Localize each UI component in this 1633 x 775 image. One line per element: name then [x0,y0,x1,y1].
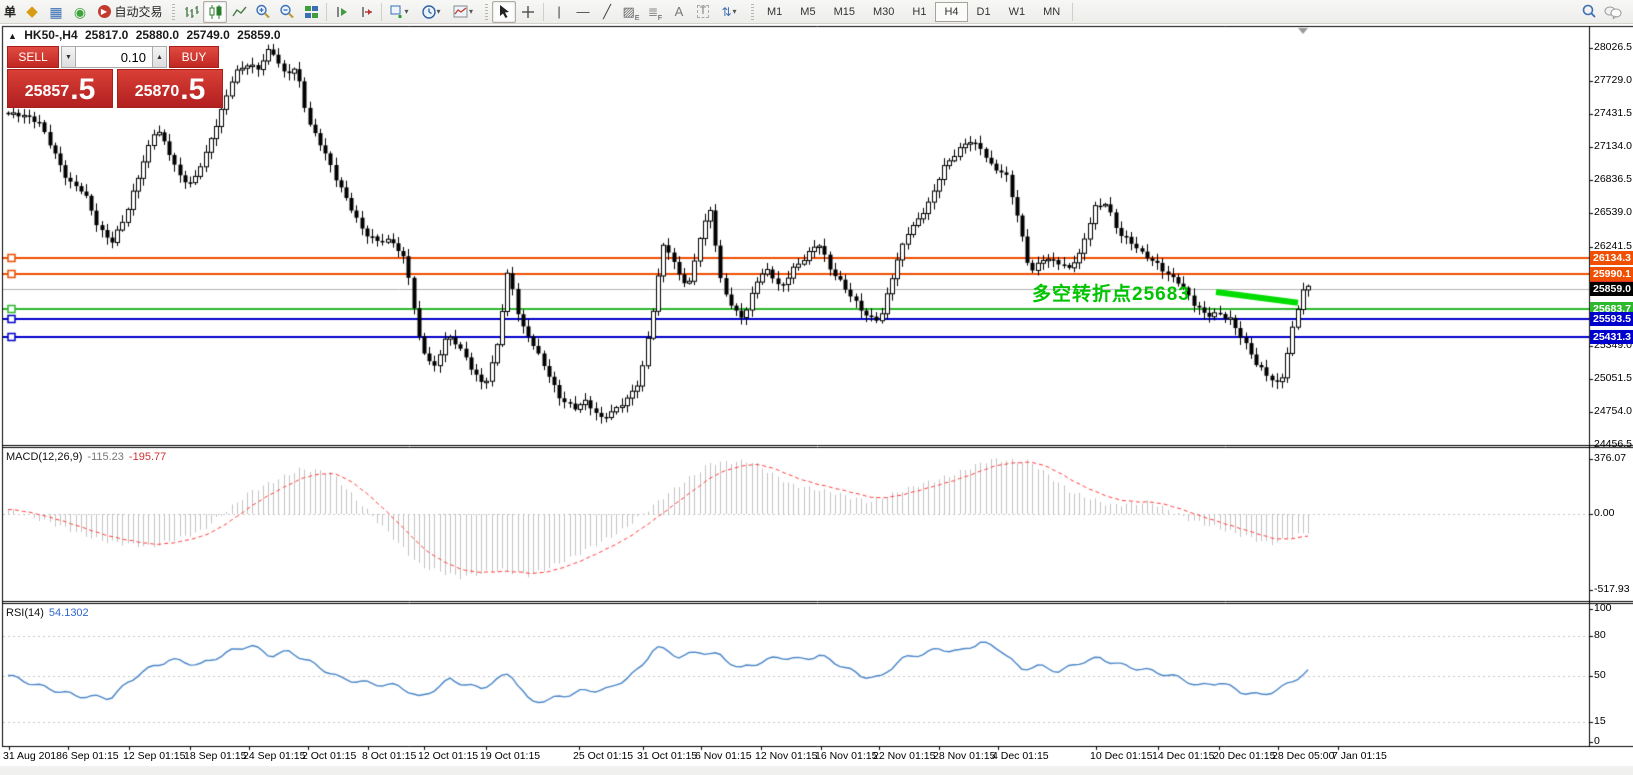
mt4-window: 单 ◆ ▦ ◉ ▶ 自动交易 [0,0,1633,775]
new-order-icon[interactable]: ◆ [20,1,44,23]
caret-down-icon: ▾ [437,7,445,16]
charts-window-icon[interactable]: ▦ [44,1,68,23]
vertical-line-tool-icon[interactable]: | [547,1,571,23]
timeframe-button-m15[interactable]: M15 [825,2,864,22]
buy-price-fraction: .5 [180,75,205,105]
fibonacci-tool-icon[interactable]: ≣ F [643,1,667,23]
volume-increase-button[interactable]: ▲ [152,46,167,68]
horizontal-line-tool-icon[interactable]: — [571,1,595,23]
menu-partial-label[interactable]: 单 [4,3,16,20]
autotrading-icon: ▶ [98,5,111,18]
new-chart-button[interactable]: ▾ [385,1,417,23]
crosshair-tool-icon[interactable] [516,1,540,23]
sell-price-button[interactable]: 25857 .5 [7,69,113,108]
volume-input[interactable] [76,46,152,68]
tile-windows-icon[interactable] [299,1,323,23]
timeframe-button-w1[interactable]: W1 [1000,2,1035,22]
chat-icon[interactable] [1601,1,1625,23]
line-chart-type-icon[interactable] [227,1,251,23]
chart-shift-icon[interactable] [354,1,378,23]
signals-icon[interactable]: ◉ [68,1,92,23]
timeframe-toolbar: M1M5M15M30H1H4D1W1MN [758,2,1069,22]
search-icon[interactable] [1577,1,1601,23]
buy-price: 25870 [135,79,180,105]
one-click-trading-panel: SELL ▼ ▲ BUY 25857 .5 25870 .5 [7,46,223,108]
equidistant-channel-tool-icon[interactable]: ▨ E [619,1,643,23]
toolbar-separator [381,3,382,21]
toolbar-separator [543,3,544,21]
toolbar: 单 ◆ ▦ ◉ ▶ 自动交易 [0,0,1633,24]
zoom-out-icon[interactable] [275,1,299,23]
toolbar-separator [1072,3,1073,21]
buy-price-button[interactable]: 25870 .5 [117,69,223,108]
sell-price: 25857 [25,79,70,105]
toolbar-grip[interactable] [751,4,754,20]
caret-down-icon: ▾ [405,7,413,16]
templates-button[interactable]: ▾ [449,1,481,23]
toolbar-grip[interactable] [172,4,175,20]
chart-canvas[interactable] [0,0,1633,775]
sell-price-fraction: .5 [70,75,95,105]
toolbar-grip[interactable] [485,4,488,20]
timeframe-button-h4[interactable]: H4 [935,2,967,22]
timeframe-button-m5[interactable]: M5 [791,2,824,22]
buy-button[interactable]: BUY [169,46,219,68]
timeframe-button-d1[interactable]: D1 [968,2,1000,22]
text-tool-icon[interactable]: A [667,1,691,23]
volume-decrease-button[interactable]: ▼ [61,46,76,68]
caret-down-icon: ▾ [469,7,477,16]
periods-button[interactable]: ▾ [417,1,449,23]
caret-down-icon: ▾ [733,7,741,16]
timeframe-button-mn[interactable]: MN [1034,2,1069,22]
text-label-tool-icon[interactable]: T [691,1,715,23]
candlestick-chart-type-icon[interactable] [203,1,227,23]
autotrading-label: 自动交易 [115,3,163,20]
arrows-tool-button[interactable]: ⇅ ▾ [715,1,747,23]
sell-button[interactable]: SELL [7,46,59,68]
toolbar-separator [326,3,327,21]
timeframe-button-m30[interactable]: M30 [864,2,903,22]
trendline-tool-icon[interactable]: ╱ [595,1,619,23]
bar-chart-type-icon[interactable] [179,1,203,23]
autotrading-button[interactable]: ▶ 自动交易 [92,1,168,23]
cursor-tool-icon[interactable] [492,1,516,23]
timeframe-button-h1[interactable]: H1 [903,2,935,22]
zoom-in-icon[interactable] [251,1,275,23]
auto-scroll-icon[interactable] [330,1,354,23]
timeframe-button-m1[interactable]: M1 [758,2,791,22]
